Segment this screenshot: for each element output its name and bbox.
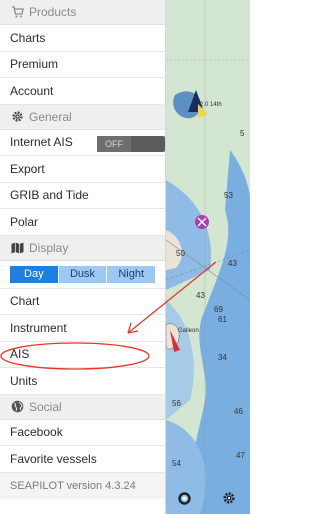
depth-label: 56 [172, 399, 181, 408]
menu-item-label: Units [10, 373, 38, 388]
toggle-off-label: OFF [97, 135, 131, 152]
depth-label: 69 [214, 305, 223, 314]
menu-item-label: AIS [10, 347, 30, 362]
mode-night-button[interactable]: Night [107, 265, 156, 283]
section-title: Social [29, 399, 62, 414]
depth-label: 53 [224, 191, 233, 200]
depth-label: 50 [176, 249, 185, 258]
menu-item-label: Internet AIS [10, 135, 73, 150]
vessel-label: Galleon [178, 328, 199, 334]
section-title: General [29, 109, 72, 124]
depth-label: 61 [218, 315, 227, 324]
menu-item-charts[interactable]: Charts [0, 25, 165, 52]
menu-item-label: Polar [10, 214, 39, 229]
menu-item-units[interactable]: Units [0, 368, 165, 395]
side-menu: Products Charts Premium Account General … [0, 0, 166, 514]
depth-label: 54 [172, 459, 181, 468]
menu-item-instrument[interactable]: Instrument [0, 315, 165, 342]
menu-item-internet-ais[interactable]: Internet AIS OFF [0, 130, 165, 156]
menu-item-label: Account [10, 83, 54, 98]
section-title: Products [29, 5, 77, 19]
depth-label: 47 [236, 451, 245, 460]
section-header-products: Products [0, 0, 165, 25]
gear-icon [10, 110, 24, 124]
depth-label: 34 [218, 353, 227, 362]
vessel-label: 2.0 14th [200, 102, 222, 108]
section-header-social: Social [0, 394, 165, 420]
depth-label: 5 [240, 129, 245, 138]
mode-dusk-button[interactable]: Dusk [58, 265, 108, 283]
lifebuoy-icon[interactable] [173, 487, 195, 509]
app-version: SEAPILOT version 4.3.24 [0, 472, 165, 499]
menu-item-label: Favorite vessels [10, 451, 97, 466]
settings-gear-icon[interactable] [218, 487, 240, 509]
map-icon [10, 241, 24, 255]
section-header-general: General [0, 104, 165, 130]
menu-item-grib-and-tide[interactable]: GRIB and Tide [0, 183, 165, 209]
cart-icon [10, 5, 24, 19]
menu-item-favorite-vessels[interactable]: Favorite vessels [0, 446, 165, 473]
section-header-display: Display [0, 235, 165, 261]
menu-item-export[interactable]: Export [0, 156, 165, 183]
globe-icon [10, 400, 24, 414]
depth-label: 46 [234, 407, 243, 416]
menu-item-label: Facebook [10, 425, 63, 440]
menu-item-chart[interactable]: Chart [0, 289, 165, 315]
menu-item-label: Chart [10, 294, 40, 309]
menu-item-label: Instrument [10, 320, 67, 335]
internet-ais-toggle[interactable]: OFF [97, 135, 165, 152]
menu-item-facebook[interactable]: Facebook [0, 420, 165, 446]
display-mode-selector: Day Dusk Night [0, 261, 165, 289]
section-title: Display [29, 240, 69, 255]
menu-item-label: GRIB and Tide [10, 188, 89, 203]
menu-item-ais[interactable]: AIS [0, 342, 165, 368]
menu-item-label: Charts [10, 30, 46, 45]
menu-item-label: Premium [10, 57, 59, 72]
depth-label: 43 [196, 291, 205, 300]
menu-item-label: Export [10, 161, 45, 176]
menu-item-premium[interactable]: Premium [0, 52, 165, 78]
mode-day-button[interactable]: Day [10, 265, 59, 283]
depth-label: 43 [228, 259, 237, 268]
menu-item-polar[interactable]: Polar [0, 209, 165, 236]
menu-item-account[interactable]: Account [0, 78, 165, 105]
